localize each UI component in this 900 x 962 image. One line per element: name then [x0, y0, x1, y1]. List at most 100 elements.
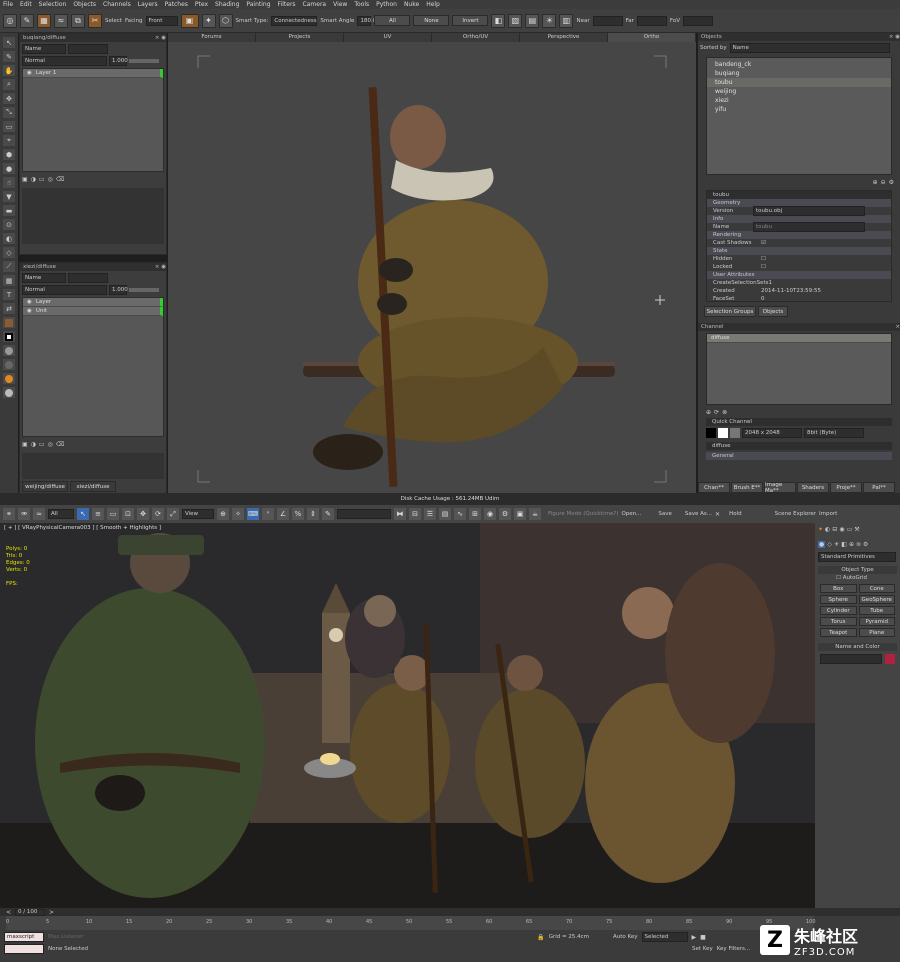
- import-button[interactable]: Import: [819, 511, 837, 517]
- fov-field[interactable]: [683, 15, 713, 26]
- menu-item[interactable]: Channels: [103, 1, 131, 8]
- menu-item[interactable]: View: [333, 1, 347, 8]
- menu-item[interactable]: Selection: [39, 1, 67, 8]
- menu-item[interactable]: Patches: [165, 1, 188, 8]
- object-row[interactable]: weijing: [707, 87, 891, 96]
- bind-icon[interactable]: ≈: [33, 508, 45, 520]
- menu-item[interactable]: Camera: [303, 1, 327, 8]
- user-attributes-section[interactable]: User Attributes: [707, 271, 891, 279]
- object-row[interactable]: xiezi: [707, 96, 891, 105]
- delete-channel-icon[interactable]: ⊗: [722, 409, 727, 416]
- move-icon[interactable]: ✥: [3, 93, 15, 104]
- menu-item[interactable]: Edit: [20, 1, 32, 8]
- edit-named-icon[interactable]: ✎: [322, 508, 334, 520]
- key-selected-dropdown[interactable]: Selected: [641, 932, 688, 942]
- save-button[interactable]: Save: [658, 511, 672, 517]
- unlink-icon[interactable]: ⚮: [18, 508, 30, 520]
- curve-editor-icon[interactable]: ∿: [454, 508, 466, 520]
- eraser-icon[interactable]: ▭: [3, 121, 15, 132]
- blend-mode-dropdown[interactable]: Normal: [22, 285, 107, 295]
- stamp-icon[interactable]: ⬢: [3, 149, 15, 160]
- align-icon[interactable]: ⊟: [409, 508, 421, 520]
- smear-icon[interactable]: ≈: [54, 13, 68, 28]
- add-icon[interactable]: ⊕: [873, 179, 878, 186]
- near-field[interactable]: [592, 15, 623, 26]
- spacewarps-icon[interactable]: ≋: [856, 541, 861, 548]
- invert-button[interactable]: Invert: [452, 15, 489, 26]
- rect-select-icon[interactable]: ▭: [107, 508, 119, 520]
- remove-icon[interactable]: ⊖: [881, 179, 886, 186]
- helpers-icon[interactable]: ⊕: [849, 541, 854, 548]
- window-crossing-icon[interactable]: ⊡: [122, 508, 134, 520]
- menu-item[interactable]: Nuke: [404, 1, 419, 8]
- auto-key-button[interactable]: Auto Key: [613, 934, 638, 940]
- cameras-icon[interactable]: ◧: [841, 541, 847, 548]
- tab-uv[interactable]: UV: [344, 33, 432, 42]
- folder-icon[interactable]: ▭: [39, 441, 45, 449]
- create-icon[interactable]: ✦: [818, 526, 823, 536]
- folder-icon[interactable]: ▭: [39, 176, 45, 184]
- scale-icon[interactable]: ⤢: [167, 508, 179, 520]
- opacity-slider[interactable]: [129, 59, 159, 63]
- mari-viewport[interactable]: Forums Projects UV Ortho/UV Perspective …: [168, 33, 696, 493]
- object-type-header[interactable]: Object Type: [818, 566, 897, 574]
- channel-tab[interactable]: Brush E**: [731, 482, 763, 493]
- selection-filter[interactable]: All: [48, 509, 74, 519]
- swatch-white[interactable]: [718, 428, 728, 438]
- adj-icon[interactable]: ◑: [31, 176, 36, 184]
- ribbon-icon[interactable]: ▤: [439, 508, 451, 520]
- state-section[interactable]: State: [707, 247, 891, 255]
- object-row[interactable]: yifu: [707, 105, 891, 114]
- filter-field[interactable]: [68, 44, 108, 54]
- mask-icon[interactable]: ◎: [48, 176, 53, 184]
- camera-icon[interactable]: ◧: [491, 13, 506, 28]
- tab-projects[interactable]: Projects: [256, 33, 344, 42]
- open-button[interactable]: Open...: [621, 511, 641, 517]
- prompt-field[interactable]: [4, 944, 44, 954]
- fill-icon[interactable]: ▼: [3, 191, 15, 202]
- swatch-checker[interactable]: [730, 428, 740, 438]
- systems-icon[interactable]: ⚙: [863, 541, 868, 548]
- fg-color-icon[interactable]: [3, 317, 15, 328]
- tab-objects[interactable]: Objects: [758, 306, 788, 317]
- sphere-orange-icon[interactable]: [3, 373, 15, 384]
- primitives-dropdown[interactable]: Standard Primitives: [818, 552, 896, 562]
- stop-icon[interactable]: ■: [700, 934, 706, 941]
- modify-icon[interactable]: ◐: [825, 526, 830, 536]
- channel-row[interactable]: diffuse: [707, 334, 891, 343]
- prev-frame-icon[interactable]: <: [6, 909, 11, 916]
- lighting-icon[interactable]: ☀: [542, 13, 557, 28]
- move-tool-icon[interactable]: ✥: [137, 508, 149, 520]
- mask-icon[interactable]: ◎: [48, 441, 53, 449]
- primitive-button[interactable]: Pyramid: [858, 617, 895, 626]
- primitive-button[interactable]: Tube: [858, 606, 895, 615]
- text-icon[interactable]: T: [3, 289, 15, 300]
- pivot-icon[interactable]: ⊕: [217, 508, 229, 520]
- max-viewport[interactable]: [ + ] [ VRayPhysicalCamera003 ] [ Smooth…: [0, 523, 815, 908]
- primitive-button[interactable]: Cone: [858, 584, 895, 593]
- object-row[interactable]: buqiang: [707, 69, 891, 78]
- named-selection-dropdown[interactable]: [337, 509, 391, 519]
- lock-icon[interactable]: 🔒: [537, 934, 544, 941]
- lasso-icon[interactable]: ✂: [88, 13, 102, 28]
- material-editor-icon[interactable]: ◉: [484, 508, 496, 520]
- eye-icon[interactable]: ◉: [27, 299, 32, 305]
- object-row[interactable]: toubu: [707, 78, 891, 87]
- eye-icon[interactable]: ◉: [27, 308, 32, 314]
- autogrid-checkbox[interactable]: ☐ AutoGrid: [818, 574, 897, 582]
- spinner-snap-icon[interactable]: ⇕: [307, 508, 319, 520]
- checkbox[interactable]: ☐: [761, 256, 766, 262]
- magic-wand-icon[interactable]: ✦: [201, 13, 216, 28]
- size-dropdown[interactable]: 2048 x 2048: [742, 428, 802, 438]
- close-icon[interactable]: × ◉: [155, 35, 166, 41]
- track-bar[interactable]: 0 5 10 15 20 25 30 35 40 45 50 55 60 65 70 75 80 85 90 95 10…: [6, 916, 816, 930]
- render-icon[interactable]: ☕: [529, 508, 541, 520]
- wire-icon[interactable]: ▥: [559, 13, 574, 28]
- far-field[interactable]: [636, 15, 667, 26]
- layer-row[interactable]: ◉ Unit: [23, 307, 163, 316]
- schematic-icon[interactable]: ⊞: [469, 508, 481, 520]
- blur-icon[interactable]: ●: [3, 163, 15, 174]
- dropper-icon[interactable]: ⌖: [3, 135, 15, 146]
- settings-icon[interactable]: ⚙: [889, 179, 894, 186]
- checkbox[interactable]: ☑: [761, 240, 766, 246]
